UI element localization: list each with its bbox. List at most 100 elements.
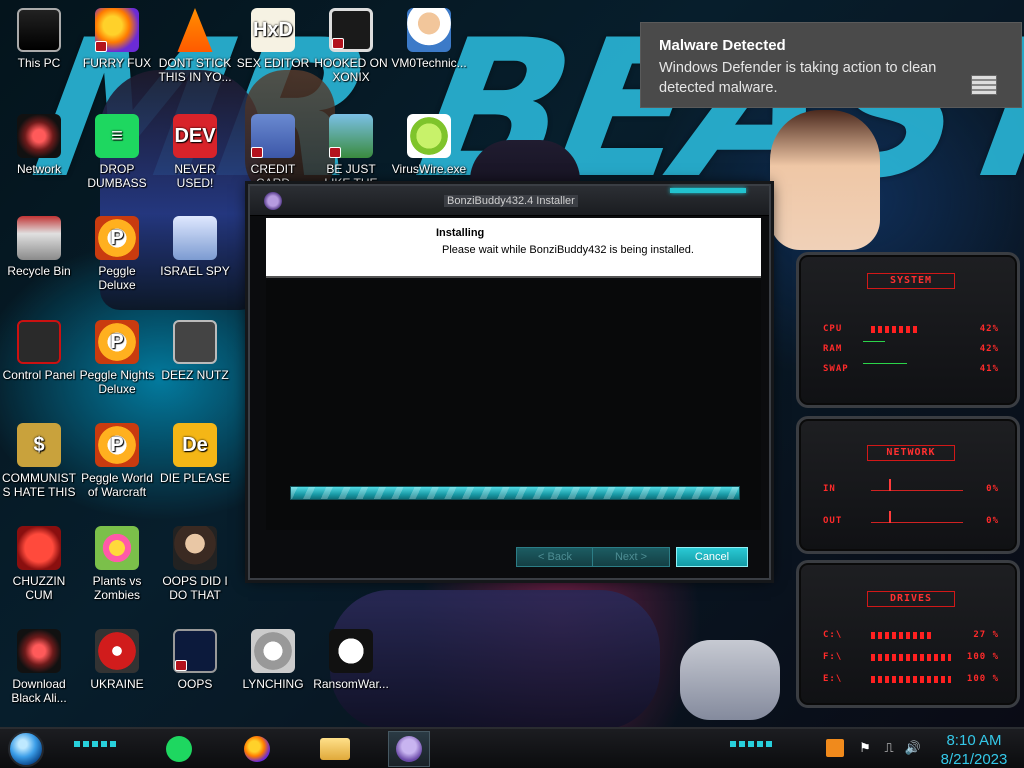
drive-c-bar — [871, 632, 931, 639]
lime-icon — [407, 114, 451, 158]
installer-body — [266, 280, 761, 530]
desktop-icon-drop-dumbass[interactable]: ≡ DROP DUMBASS — [78, 114, 156, 190]
icon-label: Download Black Ali... — [11, 677, 67, 705]
icon-label: Peggle Nights Deluxe — [79, 368, 155, 396]
installer-subheading: Please wait while BonziBuddy432 is being… — [442, 244, 694, 256]
icon-label: Network — [16, 162, 61, 176]
badge-icon — [332, 38, 344, 49]
installer-header: Installing Please wait while BonziBuddy4… — [266, 218, 761, 278]
widget-title-system: SYSTEM — [867, 273, 955, 289]
network-monitor-widget[interactable]: NETWORK IN 0% OUT 0% — [796, 416, 1020, 554]
icon-label: OOPS — [177, 677, 213, 691]
taskbar-app-spotify[interactable] — [158, 731, 200, 767]
ram-graph-line — [863, 341, 885, 342]
malware-notification[interactable]: Malware Detected Windows Defender is tak… — [640, 22, 1022, 108]
icon-label: Recycle Bin — [7, 264, 71, 278]
flag-icon[interactable]: ⚑ — [856, 739, 874, 757]
desktop-icon-pvz[interactable]: Plants vs Zombies — [78, 526, 156, 602]
drive-c-row: C:\ 27 % — [823, 629, 999, 643]
icon-label: LYNCHING — [242, 677, 304, 691]
desktop-icon-sex-editor[interactable]: HxD SEX EDITOR — [234, 8, 312, 70]
vlc-cone-icon — [177, 8, 213, 52]
desktop-icon-peggle-deluxe[interactable]: P Peggle Deluxe — [78, 216, 156, 292]
de-icon: De — [173, 423, 217, 467]
desktop-icon-peggle-nights[interactable]: P Peggle Nights Deluxe — [78, 320, 156, 396]
icon-label: DEEZ NUTZ — [161, 368, 229, 382]
peggle-nights-icon: P — [95, 320, 139, 364]
taskbar-accent — [74, 741, 116, 747]
net-in-spike — [889, 479, 891, 491]
clock[interactable]: 8:10 AM 8/21/2023 — [932, 729, 1016, 768]
network-tray-icon[interactable]: ⎍ — [880, 739, 898, 757]
desktop-icon-this-pc[interactable]: This PC — [0, 8, 78, 70]
taskbar-app-bonzi-installer[interactable] — [388, 731, 430, 767]
start-button[interactable] — [8, 731, 44, 767]
wallpaper-figure — [680, 640, 780, 720]
desktop-icon-vm0technic[interactable]: VM0Technic... — [390, 8, 468, 70]
desktop-icon-ransomware[interactable]: RansomWar... — [312, 629, 390, 691]
hex-editor-icon: HxD — [251, 8, 295, 52]
desktop-icon-israel-spy[interactable]: ISRAEL SPY — [156, 216, 234, 278]
system-monitor-widget[interactable]: SYSTEM CPU 42% RAM 42% SWAP 41% — [796, 252, 1020, 408]
lynching-icon — [251, 629, 295, 673]
network-icon — [17, 114, 61, 158]
desktop-icon-oops-did-i[interactable]: OOPS DID I DO THAT — [156, 526, 234, 602]
icon-label: UKRAINE — [90, 677, 144, 691]
desktop-icon-dont-stick[interactable]: DONT STICK THIS IN YO... — [156, 8, 234, 84]
desktop-icon-recycle-bin[interactable]: Recycle Bin — [0, 216, 78, 278]
tray-app-icon[interactable] — [826, 739, 844, 757]
taskbar-app-file-explorer[interactable] — [314, 731, 356, 767]
icon-label: DIE PLEASE — [159, 471, 231, 485]
desktop-icon-furry-fux[interactable]: FURRY FUX — [78, 8, 156, 70]
spy-icon — [173, 216, 217, 260]
desktop-icon-hooked-on-xonix[interactable]: HOOKED ON XONIX — [312, 8, 390, 84]
badge-icon — [175, 660, 187, 671]
installer-window[interactable]: BonziBuddy432.4 Installer Installing Ple… — [248, 184, 771, 580]
installer-titlebar[interactable]: BonziBuddy432.4 Installer — [250, 186, 769, 216]
oops-icon — [173, 629, 217, 673]
desktop-icon-control-panel[interactable]: Control Panel — [0, 320, 78, 382]
ram-label: RAM — [823, 344, 843, 354]
drives-monitor-widget[interactable]: DRIVES C:\ 27 % F:\ 100 % E:\ 100 % — [796, 560, 1020, 708]
desktop-icon-ukraine[interactable]: UKRAINE — [78, 629, 156, 691]
next-button[interactable]: Next > — [592, 547, 670, 567]
back-button[interactable]: < Back — [516, 547, 594, 567]
spotify-icon — [166, 736, 192, 762]
icon-label: DONT STICK THIS IN YO... — [158, 56, 232, 84]
icon-label: Peggle World of Warcraft — [81, 471, 153, 499]
desktop-icon-network[interactable]: Network — [0, 114, 78, 176]
installer-heading: Installing — [436, 227, 485, 239]
wallpaper-figure — [770, 110, 880, 250]
drive-f-label: F:\ — [823, 652, 843, 662]
icon-label: VirusWire.exe — [391, 162, 467, 176]
desktop-icon-be-just-like[interactable]: BE JUST LIKE THE DUDE! — [312, 114, 390, 190]
icon-label: Peggle Deluxe — [98, 264, 136, 292]
volume-icon[interactable]: 🔊 — [904, 739, 922, 757]
desktop-icon-die-please[interactable]: De DIE PLEASE — [156, 423, 234, 485]
taskbar-app-firefox[interactable] — [236, 731, 278, 767]
drive-f-value: 100 % — [966, 652, 999, 662]
desktop-icon-communists[interactable]: $ COMMUNISTS HATE THIS G... — [0, 423, 78, 499]
firefox-icon — [95, 8, 139, 52]
desktop-icon-chuzzin[interactable]: CHUZZIN CUM — [0, 526, 78, 602]
drive-e-bar — [871, 676, 951, 683]
desktop-icon-peggle-wow[interactable]: P Peggle World of Warcraft — [78, 423, 156, 499]
desktop-icon-oops[interactable]: OOPS — [156, 629, 234, 691]
net-in-value: 0% — [986, 484, 999, 494]
desktop-icon-credit-card-checker[interactable]: CREDIT CARD CHECKER — [234, 114, 312, 190]
installer-title: BonziBuddy432.4 Installer — [444, 195, 578, 207]
desktop-icon-lynching[interactable]: LYNCHING — [234, 629, 312, 691]
badge-icon — [329, 147, 341, 158]
desktop-icon-download[interactable]: Download Black Ali... — [0, 629, 78, 705]
desktop-icon-deez-nutz[interactable]: DEEZ NUTZ — [156, 320, 234, 382]
desktop-icon-viruswire[interactable]: VirusWire.exe — [390, 114, 468, 176]
credit-card-icon — [251, 114, 295, 158]
peggle-wow-icon: P — [95, 423, 139, 467]
desktop-icon-never-used[interactable]: DEV NEVER USED! — [156, 114, 234, 190]
net-out-label: OUT — [823, 516, 843, 526]
money-bag-icon: $ — [17, 423, 61, 467]
folder-icon — [320, 738, 350, 760]
cpu-bar — [871, 326, 917, 333]
icon-label: COMMUNISTS HATE THIS G... — [2, 471, 76, 499]
cancel-button[interactable]: Cancel — [676, 547, 748, 567]
